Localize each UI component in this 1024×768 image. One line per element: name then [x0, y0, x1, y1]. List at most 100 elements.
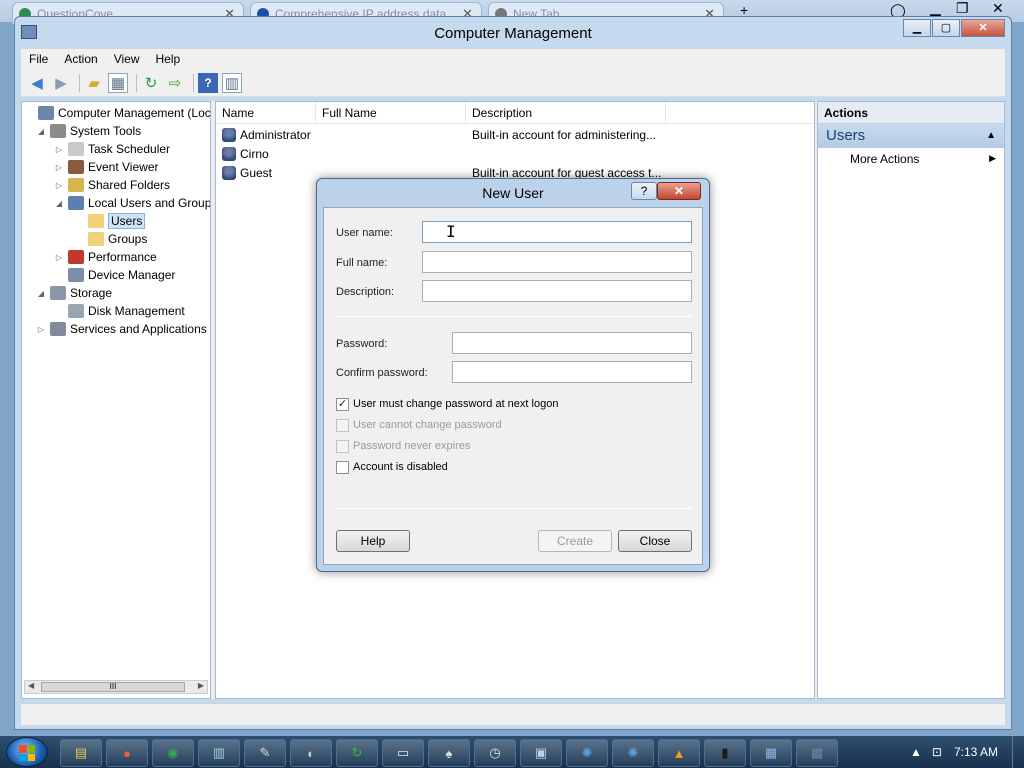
menu-view[interactable]: View: [114, 52, 140, 66]
actions-group-label: Users: [826, 127, 866, 144]
menu-file[interactable]: File: [29, 52, 48, 66]
clock-task[interactable]: ◷: [474, 739, 516, 767]
dialog-close-x-button[interactable]: ✕: [657, 182, 701, 200]
tree-item-shared-folders[interactable]: ▷ Shared Folders: [54, 176, 170, 194]
cards-task[interactable]: ♠: [428, 739, 470, 767]
account-disabled-checkbox[interactable]: Account is disabled: [336, 459, 448, 475]
image-task[interactable]: ▣: [520, 739, 562, 767]
browser-restore-icon[interactable]: ❐: [956, 0, 969, 17]
help-button[interactable]: Help: [336, 530, 410, 552]
column-header-description[interactable]: Description: [466, 102, 666, 124]
more-actions-item[interactable]: More Actions ▶: [818, 148, 1004, 170]
document-task[interactable]: ▭: [382, 739, 424, 767]
collapsed-arrow-icon[interactable]: ▷: [36, 325, 46, 334]
forward-arrow-icon[interactable]: ▶: [51, 73, 71, 93]
actions-group-users[interactable]: Users ▲: [818, 124, 1004, 148]
media-task[interactable]: ◐: [290, 739, 332, 767]
collapsed-arrow-icon[interactable]: ▷: [54, 181, 64, 190]
tree-item-services-and-applications[interactable]: ▷ Services and Applications: [36, 320, 207, 338]
collapse-triangle-icon[interactable]: ▲: [986, 130, 996, 141]
full-name-input[interactable]: [422, 251, 692, 273]
minimize-button[interactable]: ▁: [903, 19, 931, 37]
browser-minimize-icon[interactable]: ▁: [930, 0, 941, 17]
media-icon: ◐: [307, 745, 315, 761]
back-arrow-icon[interactable]: ◀: [27, 73, 47, 93]
create-button[interactable]: Create: [538, 530, 612, 552]
network-task[interactable]: ✺: [566, 739, 608, 767]
tree-item-event-viewer[interactable]: ▷ Event Viewer: [54, 158, 158, 176]
dialog-help-button[interactable]: ?: [631, 182, 657, 200]
up-folder-icon[interactable]: ▰: [84, 73, 104, 93]
show-desktop-button[interactable]: [1012, 736, 1024, 768]
text-cursor-icon: I: [446, 222, 456, 241]
event-viewer-icon: [68, 160, 84, 174]
menu-help[interactable]: Help: [156, 52, 181, 66]
taskbar: ▲ ⊡ 7:13 AM ▤ ● ◉ ▥ ✎ ◐ ↻ ▭ ♠ ◷ ▣ ✺ ✺ ▲ ▮ ▦ ▩: [0, 736, 1024, 768]
close-window-button[interactable]: ✕: [961, 19, 1005, 37]
paint-icon: ✎: [259, 745, 271, 760]
menu-action[interactable]: Action: [64, 52, 97, 66]
browser-close-icon[interactable]: ✕: [992, 0, 1004, 17]
user-name-input[interactable]: [422, 221, 692, 243]
tree-item-label: Local Users and Groups: [88, 196, 211, 210]
close-button[interactable]: Close: [618, 530, 692, 552]
tree-item-local-users-and-groups[interactable]: ◢ Local Users and Groups: [54, 194, 211, 212]
scroll-right-icon[interactable]: ▶: [198, 681, 204, 690]
tree-horizontal-scrollbar[interactable]: ◀ III ▶: [24, 680, 208, 694]
help-icon[interactable]: ?: [198, 72, 218, 93]
tree-item-computer-management-local[interactable]: Computer Management (Local: [24, 104, 210, 122]
tree-item-performance[interactable]: ▷ Performance: [54, 248, 157, 266]
show-hide-tree-icon[interactable]: ▦: [108, 72, 128, 93]
cmd-task[interactable]: ▮: [704, 739, 746, 767]
description-input[interactable]: [422, 280, 692, 302]
tree-item-users[interactable]: Users: [74, 212, 146, 230]
checkbox-box[interactable]: [336, 460, 349, 474]
tree-item-task-scheduler[interactable]: ▷ Task Scheduler: [54, 140, 170, 158]
tree-item-disk-management[interactable]: Disk Management: [54, 302, 185, 320]
column-header-full-name[interactable]: Full Name: [316, 102, 466, 124]
chrome-task[interactable]: ◉: [152, 739, 194, 767]
explorer-task[interactable]: ▤: [60, 739, 102, 767]
checkbox-box[interactable]: [336, 418, 349, 432]
collapsed-arrow-icon[interactable]: ▷: [54, 163, 64, 172]
scroll-left-icon[interactable]: ◀: [28, 681, 34, 690]
user-account-icon: [222, 128, 236, 142]
start-button[interactable]: [6, 737, 48, 767]
must-change-password-checkbox[interactable]: ✓ User must change password at next logo…: [336, 396, 558, 412]
remote-task[interactable]: ▦: [750, 739, 792, 767]
computer-management-task[interactable]: ▩: [796, 739, 838, 767]
cannot-change-password-checkbox[interactable]: User cannot change password: [336, 417, 502, 433]
maximize-button[interactable]: ▢: [932, 19, 960, 37]
network-tray-icon[interactable]: ⊡: [932, 745, 942, 759]
confirm-password-input[interactable]: [452, 361, 692, 383]
tree-item-device-manager[interactable]: Device Manager: [54, 266, 175, 284]
tree-item-storage[interactable]: ◢ Storage: [36, 284, 112, 302]
expanded-arrow-icon[interactable]: ◢: [36, 127, 46, 136]
notepad-task[interactable]: ▥: [198, 739, 240, 767]
show-hidden-icons-icon[interactable]: ▲: [910, 745, 922, 759]
password-never-expires-checkbox[interactable]: Password never expires: [336, 438, 470, 454]
checkbox-label: Password never expires: [353, 440, 471, 452]
paint-task[interactable]: ✎: [244, 739, 286, 767]
properties-icon[interactable]: ▥: [222, 72, 242, 93]
list-item[interactable]: Administrator Built-in account for admin…: [216, 126, 814, 145]
refresh-icon[interactable]: ↻: [141, 73, 161, 93]
collapsed-arrow-icon[interactable]: ▷: [54, 253, 64, 262]
collapsed-arrow-icon[interactable]: ▷: [54, 145, 64, 154]
password-input[interactable]: [452, 332, 692, 354]
column-header-name[interactable]: Name: [216, 102, 316, 124]
network2-task[interactable]: ✺: [612, 739, 654, 767]
export-list-icon[interactable]: ⇨: [165, 73, 185, 93]
firefox-task[interactable]: ●: [106, 739, 148, 767]
vlc-task[interactable]: ▲: [658, 739, 700, 767]
checkbox-box[interactable]: ✓: [336, 397, 349, 411]
expanded-arrow-icon[interactable]: ◢: [54, 199, 64, 208]
tree-item-system-tools[interactable]: ◢ System Tools: [36, 122, 141, 140]
expanded-arrow-icon[interactable]: ◢: [36, 289, 46, 298]
checkbox-box[interactable]: [336, 439, 349, 453]
scrollbar-thumb[interactable]: III: [41, 682, 185, 692]
tree-item-groups[interactable]: Groups: [74, 230, 147, 248]
list-item[interactable]: Cirno: [216, 145, 814, 164]
clock[interactable]: 7:13 AM: [954, 745, 998, 759]
refresh-app-task[interactable]: ↻: [336, 739, 378, 767]
